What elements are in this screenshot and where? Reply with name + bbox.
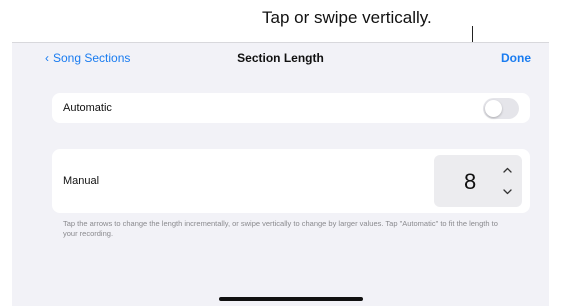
section-length-sheet: ‹ Song Sections Section Length Done Auto… xyxy=(12,42,549,306)
help-footnote: Tap the arrows to change the length incr… xyxy=(63,219,498,238)
callout-text: Tap or swipe vertically. xyxy=(262,8,432,27)
screenshot-canvas: Tap or swipe vertically. ‹ Song Sections… xyxy=(0,0,561,306)
manual-row: Manual 8 xyxy=(52,149,530,213)
length-stepper[interactable]: 8 xyxy=(434,155,522,207)
toggle-knob xyxy=(485,100,502,117)
automatic-row: Automatic xyxy=(52,93,530,123)
manual-label: Manual xyxy=(63,175,100,187)
home-indicator[interactable] xyxy=(219,297,363,301)
chevron-up-icon[interactable] xyxy=(500,163,514,177)
page-title: Section Length xyxy=(237,51,324,65)
navigation-bar: ‹ Song Sections Section Length Done xyxy=(12,43,549,73)
stepper-value: 8 xyxy=(464,169,477,194)
automatic-label: Automatic xyxy=(63,102,112,114)
chevron-down-icon[interactable] xyxy=(500,185,514,199)
automatic-toggle[interactable] xyxy=(483,98,519,119)
done-button[interactable]: Done xyxy=(501,51,531,65)
